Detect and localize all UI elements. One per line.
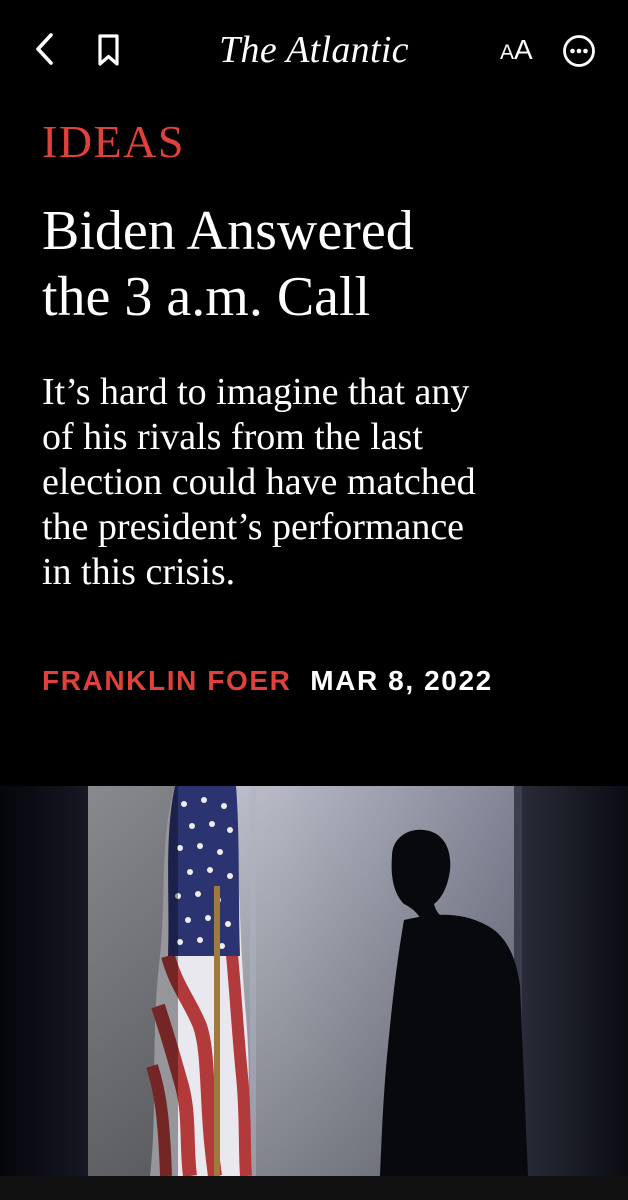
dek-line: the president’s performance xyxy=(42,506,465,548)
headline-line: the 3 a.m. Call xyxy=(42,266,371,328)
hero-photo xyxy=(0,786,628,1176)
dek-line: of his rivals from the last xyxy=(42,416,423,458)
text-size-large-glyph: A xyxy=(514,34,533,65)
flag-graphic xyxy=(88,786,252,1176)
more-options-button[interactable] xyxy=(562,34,596,68)
text-size-button[interactable]: AA xyxy=(500,30,533,70)
headline-line: Biden Answered xyxy=(42,200,414,262)
publish-date: MAR 8, 2022 xyxy=(310,665,493,696)
byline: FRANKLIN FOER MAR 8, 2022 xyxy=(42,660,562,702)
section-kicker[interactable]: IDEAS xyxy=(42,112,185,172)
author-link[interactable]: FRANKLIN FOER xyxy=(42,665,291,696)
dek-line: election could have matched xyxy=(42,461,476,503)
top-bar: The Atlantic AA xyxy=(0,0,628,100)
dek-line: It’s hard to imagine that any xyxy=(42,371,470,413)
article-dek: It’s hard to imagine that any of his riv… xyxy=(42,370,602,595)
text-size-small-glyph: A xyxy=(500,41,515,64)
bottom-edge xyxy=(0,1176,628,1200)
hero-photo-illustration xyxy=(0,786,628,1176)
dek-line: in this crisis. xyxy=(42,551,236,593)
article-headline: Biden Answered the 3 a.m. Call xyxy=(42,198,602,330)
publication-logo: The Atlantic xyxy=(219,29,409,71)
ellipsis-circle-icon xyxy=(563,35,595,67)
